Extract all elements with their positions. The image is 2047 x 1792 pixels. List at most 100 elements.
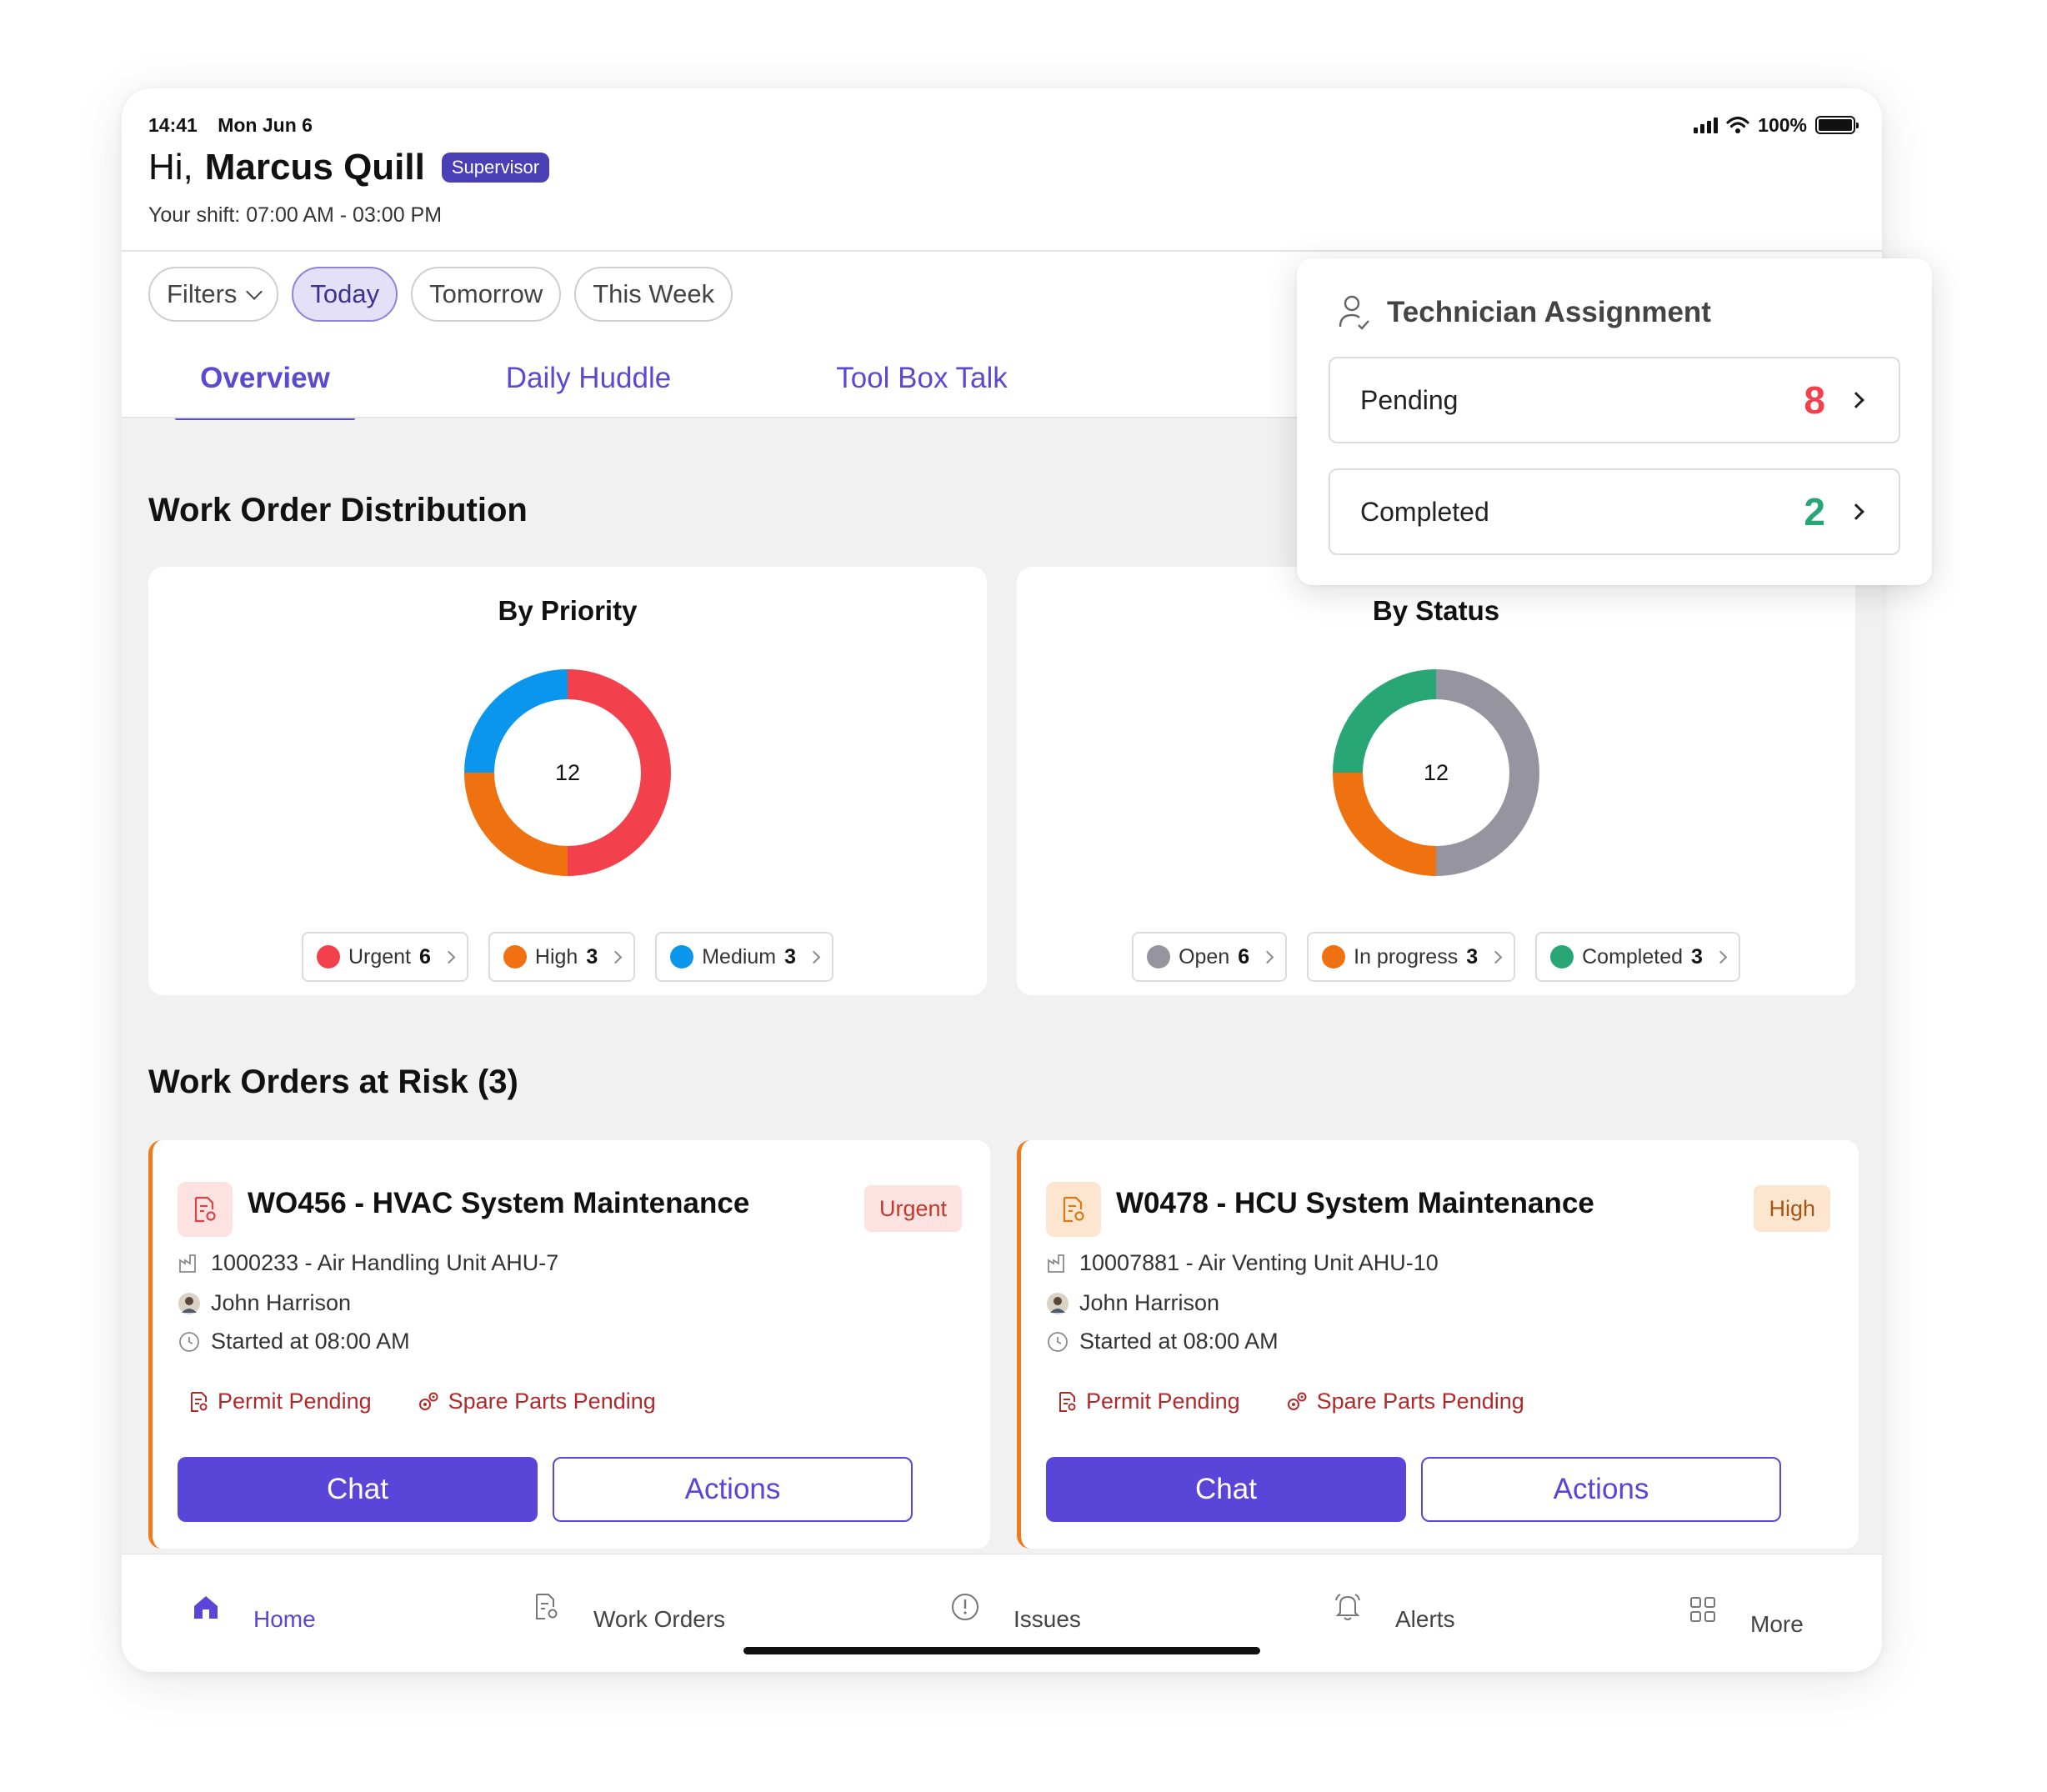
legend-medium[interactable]: Medium 3 — [655, 932, 834, 982]
chevron-down-icon — [246, 283, 263, 300]
work-order-title: W0478 - HCU System Maintenance — [1116, 1187, 1594, 1219]
chart-title-priority: By Priority — [498, 595, 638, 626]
gears-icon — [418, 1392, 438, 1410]
shift-time: Your shift: 07:00 AM - 03:00 PM — [148, 203, 443, 227]
pending-row[interactable]: Pending 8 — [1329, 357, 1900, 443]
asset-line: 10007881 - Air Venting Unit AHU-10 — [1046, 1250, 1439, 1276]
status-date: Mon Jun 6 — [218, 113, 313, 136]
chevron-right-icon — [807, 950, 821, 964]
legend-count: 3 — [784, 944, 797, 969]
parts-pending: Spare Parts Pending — [417, 1389, 656, 1414]
nav-alerts[interactable]: Alerts — [1334, 1581, 1455, 1633]
chevron-right-icon — [1848, 392, 1864, 408]
urgent-dot — [316, 945, 340, 969]
battery-percent: 100% — [1758, 113, 1807, 136]
bell-icon — [1335, 1594, 1360, 1620]
legend-high[interactable]: High 3 — [488, 932, 636, 982]
priority-chart-card: By Priority 12 Urgent 6 High 3 Medium 3 — [148, 567, 987, 995]
status-chart-card: By Status 12 Open 6 In progress 3 Comple… — [1017, 567, 1855, 995]
started-line: Started at 08:00 AM — [1046, 1329, 1279, 1354]
section-title-at-risk: Work Orders at Risk (3) — [148, 1064, 518, 1100]
priority-legend: Urgent 6 High 3 Medium 3 — [148, 932, 987, 982]
work-order-card[interactable]: W0478 - HCU System Maintenance High 1000… — [1017, 1140, 1859, 1549]
parts-text: Spare Parts Pending — [448, 1389, 656, 1414]
legend-label: Urgent — [348, 944, 411, 969]
pending-items: Permit Pending Spare Parts Pending — [1058, 1389, 1524, 1414]
cellular-signal-icon — [1694, 117, 1719, 133]
legend-label: In progress — [1354, 944, 1459, 969]
chat-button[interactable]: Chat — [1046, 1457, 1406, 1522]
assignee-line: John Harrison — [1046, 1290, 1219, 1316]
pending-count: 8 — [1804, 378, 1825, 422]
permit-pending: Permit Pending — [189, 1389, 372, 1414]
date-filter-chips: Filters Today Tomorrow This Week — [148, 267, 733, 322]
medium-dot — [670, 945, 694, 969]
asset-text: 10007881 - Air Venting Unit AHU-10 — [1079, 1250, 1439, 1275]
in-progress-dot — [1322, 945, 1346, 969]
nav-home[interactable]: Home — [192, 1581, 316, 1633]
nav-work-orders[interactable]: Work Orders — [533, 1581, 725, 1633]
work-order-icon — [1046, 1182, 1101, 1237]
chevron-right-icon — [1260, 950, 1274, 964]
nav-alerts-label: Alerts — [1395, 1606, 1455, 1632]
status-bar: 14:41 Mon Jun 6 100% — [148, 100, 1859, 150]
chip-this-week[interactable]: This Week — [574, 267, 733, 322]
asset-line: 1000233 - Air Handling Unit AHU-7 — [178, 1250, 558, 1276]
nav-issues[interactable]: Issues — [950, 1581, 1081, 1633]
completed-row[interactable]: Completed 2 — [1329, 468, 1900, 555]
status-time: 14:41 — [148, 113, 198, 136]
actions-button[interactable]: Actions — [553, 1457, 913, 1522]
completed-label: Completed — [1360, 496, 1489, 527]
legend-count: 3 — [586, 944, 598, 969]
nav-more[interactable]: More — [1689, 1581, 1804, 1638]
priority-badge: Urgent — [863, 1185, 962, 1232]
technician-assignment-popover: Technician Assignment Pending 8 Complete… — [1297, 258, 1932, 585]
section-title-distribution: Work Order Distribution — [148, 492, 528, 528]
parts-text: Spare Parts Pending — [1316, 1389, 1524, 1414]
chevron-right-icon — [1489, 950, 1503, 964]
open-dot — [1147, 945, 1171, 969]
parts-pending: Spare Parts Pending — [1285, 1389, 1524, 1414]
status-legend: Open 6 In progress 3 Completed 3 — [1017, 932, 1855, 982]
user-name: Marcus Quill — [204, 147, 425, 188]
priority-badge: High — [1754, 1185, 1830, 1232]
started-line: Started at 08:00 AM — [178, 1329, 410, 1354]
alert-circle-icon — [952, 1594, 978, 1620]
battery-icon — [1815, 116, 1859, 134]
status-total: 12 — [1423, 759, 1449, 785]
chip-today[interactable]: Today — [292, 267, 398, 322]
permit-pending: Permit Pending — [1058, 1389, 1240, 1414]
home-icon — [194, 1596, 218, 1619]
legend-completed[interactable]: Completed 3 — [1535, 932, 1740, 982]
chevron-right-icon — [608, 950, 623, 964]
filters-dropdown[interactable]: Filters — [148, 267, 279, 322]
legend-urgent[interactable]: Urgent 6 — [301, 932, 468, 982]
chat-button[interactable]: Chat — [178, 1457, 538, 1522]
nav-issues-label: Issues — [1013, 1606, 1081, 1632]
tab-overview[interactable]: Overview — [175, 338, 355, 420]
factory-icon — [178, 1252, 201, 1275]
grid-icon — [1690, 1597, 1715, 1622]
started-text: Started at 08:00 AM — [1079, 1329, 1279, 1354]
home-indicator — [743, 1647, 1260, 1654]
legend-open[interactable]: Open 6 — [1132, 932, 1288, 982]
tab-toolbox-talk[interactable]: Tool Box Talk — [788, 338, 1055, 418]
role-badge: Supervisor — [441, 153, 550, 183]
clock-icon — [1046, 1330, 1069, 1354]
legend-label: Completed — [1582, 944, 1684, 969]
user-check-icon — [1339, 295, 1369, 330]
legend-in-progress[interactable]: In progress 3 — [1307, 932, 1516, 982]
popover-header: Technician Assignment — [1337, 293, 1711, 332]
chevron-right-icon — [1848, 503, 1864, 520]
work-order-icon — [178, 1182, 233, 1237]
legend-count: 3 — [1691, 944, 1703, 969]
chip-tomorrow[interactable]: Tomorrow — [411, 267, 562, 322]
permit-text: Permit Pending — [218, 1389, 372, 1414]
greeting: Hi, Marcus Quill Supervisor — [148, 147, 550, 188]
work-order-card[interactable]: WO456 - HVAC System Maintenance Urgent 1… — [148, 1140, 990, 1549]
actions-button[interactable]: Actions — [1421, 1457, 1781, 1522]
header-divider — [122, 250, 1882, 252]
permit-icon — [1059, 1391, 1076, 1412]
status-donut: 12 — [1332, 668, 1540, 877]
tab-daily-huddle[interactable]: Daily Huddle — [455, 338, 722, 418]
